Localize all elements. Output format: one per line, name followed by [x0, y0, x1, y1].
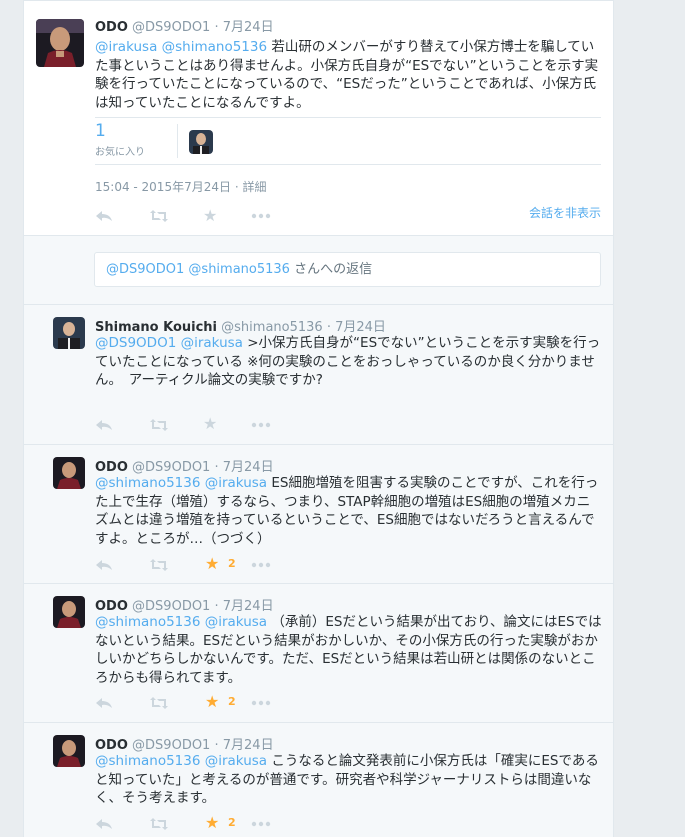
mention-link[interactable]: @irakusa: [205, 614, 267, 630]
avatar[interactable]: [36, 19, 84, 67]
reply-placeholder: さんへの返信: [294, 262, 373, 277]
author-handle[interactable]: @DS9ODO1: [132, 738, 210, 753]
more-icon[interactable]: [251, 209, 271, 227]
tweet-header: ODO @DS9ODO1 · 7月24日: [95, 595, 274, 614]
separator: ·: [214, 599, 219, 614]
more-icon[interactable]: [251, 695, 271, 714]
star-icon[interactable]: ★: [205, 555, 219, 573]
reply-tweet: Shimano Kouichi @shimano5136 · 7月24日 @DS…: [24, 304, 613, 444]
retweet-icon[interactable]: [149, 209, 169, 227]
mention-link[interactable]: @irakusa: [181, 335, 243, 351]
favoriter-avatar[interactable]: [189, 130, 213, 154]
tweet-actions: ★ 2: [95, 693, 295, 715]
avatar[interactable]: [53, 317, 85, 349]
separator: ·: [326, 320, 331, 335]
reply-icon[interactable]: [95, 209, 113, 227]
tweet-header: ODO @DS9ODO1 · 7月24日: [95, 734, 274, 753]
more-icon[interactable]: [251, 557, 271, 576]
more-icon[interactable]: [251, 816, 271, 835]
divider: [177, 124, 178, 158]
timestamp-text[interactable]: 15:04 - 2015年7月24日: [95, 180, 231, 194]
reply-input[interactable]: @DS9ODO1 @shimano5136 さんへの返信: [94, 252, 601, 287]
tweet-header: Shimano Kouichi @shimano5136 · 7月24日: [95, 316, 386, 335]
main-tweet: ODO @DS9ODO1 · 7月24日 @irakusa @shimano51…: [24, 0, 613, 236]
favorite-count[interactable]: 1: [95, 121, 106, 141]
tweet-date[interactable]: 7月24日: [223, 599, 274, 614]
mention-link[interactable]: @DS9ODO1: [95, 335, 176, 351]
reply-tweet: ODO @DS9ODO1 · 7月24日 @shimano5136 @iraku…: [24, 444, 613, 583]
mention-link: @DS9ODO1: [106, 262, 185, 277]
star-icon[interactable]: ★: [203, 207, 217, 225]
timeline-column: ODO @DS9ODO1 · 7月24日 @irakusa @shimano51…: [23, 0, 614, 837]
retweet-icon[interactable]: [149, 557, 169, 576]
reply-icon[interactable]: [95, 557, 113, 576]
tweet-date[interactable]: 7月24日: [223, 738, 274, 753]
tweet-header: ODO @DS9ODO1 · 7月24日: [95, 16, 274, 35]
tweet-actions: ★ 2: [95, 814, 295, 836]
stats-bar: 1 お気に入り: [95, 117, 601, 165]
author-name[interactable]: ODO: [95, 20, 128, 35]
author-name[interactable]: Shimano Kouichi: [95, 320, 217, 335]
tweet-text: @shimano5136 @irakusa こうなると論文発表前に小保方氏は「確…: [95, 752, 603, 808]
tweet-header: ODO @DS9ODO1 · 7月24日: [95, 456, 274, 475]
avatar[interactable]: [53, 457, 85, 489]
tweet-date[interactable]: 7月24日: [223, 460, 274, 475]
separator: ·: [214, 738, 219, 753]
mention-link: @shimano5136: [188, 262, 290, 277]
author-name[interactable]: ODO: [95, 599, 128, 614]
mention-link[interactable]: @irakusa: [95, 39, 157, 55]
mention-link[interactable]: @irakusa: [205, 475, 267, 491]
reply-icon[interactable]: [95, 695, 113, 714]
mention-link[interactable]: @shimano5136: [95, 753, 200, 769]
star-icon[interactable]: ★: [203, 415, 217, 433]
tweet-actions: ★: [95, 207, 295, 229]
more-icon[interactable]: [251, 417, 271, 436]
favorite-count[interactable]: 2: [228, 557, 236, 570]
mention-link[interactable]: @shimano5136: [162, 39, 267, 55]
tweet-text: @shimano5136 @irakusa ES細胞増殖を阻害する実験のことです…: [95, 474, 603, 548]
mention-link[interactable]: @shimano5136: [95, 475, 200, 491]
author-handle[interactable]: @DS9ODO1: [132, 20, 210, 35]
author-name[interactable]: ODO: [95, 460, 128, 475]
reply-icon[interactable]: [95, 417, 113, 436]
tweet-actions: ★: [95, 415, 295, 437]
tweet-date[interactable]: 7月24日: [335, 320, 386, 335]
author-name[interactable]: ODO: [95, 738, 128, 753]
separator: ·: [214, 20, 219, 35]
reply-tweet: ODO @DS9ODO1 · 7月24日 @shimano5136 @iraku…: [24, 583, 613, 722]
tweet-text: @shimano5136 @irakusa （承前）ESだという結果が出ており、…: [95, 613, 603, 687]
reply-tweet: ODO @DS9ODO1 · 7月24日 @shimano5136 @iraku…: [24, 722, 613, 837]
tweet-timestamp[interactable]: 15:04 - 2015年7月24日 · 詳細: [95, 178, 266, 195]
retweet-icon[interactable]: [149, 417, 169, 436]
mention-link[interactable]: @shimano5136: [95, 614, 200, 630]
author-handle[interactable]: @DS9ODO1: [132, 460, 210, 475]
retweet-icon[interactable]: [149, 816, 169, 835]
tweet-text: @irakusa @shimano5136 若山研のメンバーがすり替えて小保方博…: [95, 38, 603, 112]
retweet-icon[interactable]: [149, 695, 169, 714]
avatar[interactable]: [53, 596, 85, 628]
tweet-actions: ★ 2: [95, 555, 295, 577]
star-icon[interactable]: ★: [205, 693, 219, 711]
favorite-label: お気に入り: [95, 147, 145, 158]
favorite-count[interactable]: 2: [228, 816, 236, 829]
hide-conversation-link[interactable]: 会話を非表示: [529, 204, 601, 221]
separator: ·: [214, 460, 219, 475]
details-link[interactable]: 詳細: [242, 180, 266, 194]
tweet-text: @DS9ODO1 @irakusa >小保方氏自身が“ESでない”ということを示…: [95, 334, 603, 390]
star-icon[interactable]: ★: [205, 814, 219, 832]
mention-link[interactable]: @irakusa: [205, 753, 267, 769]
tweet-date[interactable]: 7月24日: [223, 20, 274, 35]
favorite-count[interactable]: 2: [228, 695, 236, 708]
author-handle[interactable]: @DS9ODO1: [132, 599, 210, 614]
author-handle[interactable]: @shimano5136: [221, 320, 323, 335]
reply-icon[interactable]: [95, 816, 113, 835]
avatar[interactable]: [53, 735, 85, 767]
